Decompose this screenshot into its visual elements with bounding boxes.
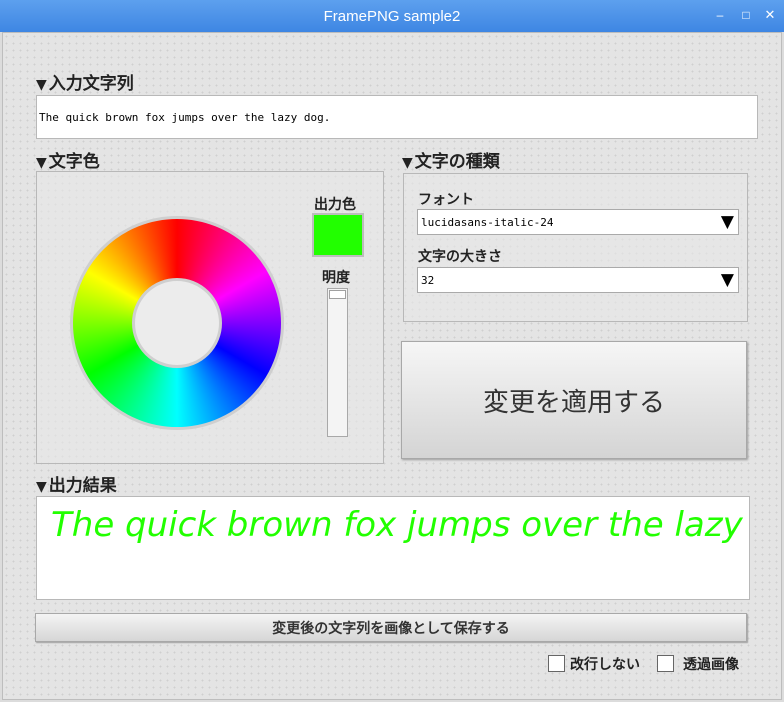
maximize-icon[interactable]: □ <box>738 7 754 23</box>
no-newline-checkbox[interactable] <box>548 655 565 672</box>
save-image-button[interactable]: 変更後の文字列を画像として保存する <box>35 613 747 642</box>
no-newline-label: 改行しない <box>570 657 640 673</box>
dropdown-arrow-icon[interactable]: ▼ <box>721 271 734 289</box>
output-color-swatch <box>312 213 364 257</box>
size-label: 文字の大きさ <box>418 249 502 265</box>
collapse-triangle-icon: ▼ <box>36 155 47 171</box>
window-title: FramePNG sample2 <box>323 8 461 25</box>
size-select-value: 32 <box>421 274 435 287</box>
output-preview-text: The quick brown fox jumps over the lazy … <box>51 505 749 545</box>
title-bar: FramePNG sample2 ‒ □ ✕ <box>0 0 784 32</box>
output-color-label: 出力色 <box>314 197 356 213</box>
collapse-triangle-icon: ▼ <box>402 155 413 171</box>
wheel-center <box>132 278 222 368</box>
brightness-slider-thumb[interactable] <box>329 290 346 299</box>
color-section-label: ▼ 文字色 <box>36 152 100 172</box>
font-select[interactable]: lucidasans-italic-24 ▼ <box>417 209 739 235</box>
collapse-triangle-icon: ▼ <box>36 479 47 495</box>
transparent-checkbox[interactable] <box>657 655 674 672</box>
font-select-value: lucidasans-italic-24 <box>421 216 554 229</box>
collapse-triangle-icon: ▼ <box>36 77 47 93</box>
dropdown-arrow-icon[interactable]: ▼ <box>721 213 734 231</box>
font-label: フォント <box>418 192 474 208</box>
apply-changes-button[interactable]: 変更を適用する <box>401 341 747 459</box>
close-icon[interactable]: ✕ <box>762 7 778 23</box>
input-section-label: ▼ 入力文字列 <box>36 74 134 94</box>
minimize-icon[interactable]: ‒ <box>712 7 728 23</box>
color-wheel[interactable] <box>70 216 284 430</box>
transparent-label: 透過画像 <box>683 657 739 673</box>
output-section-label: ▼ 出力結果 <box>36 476 117 496</box>
input-text-field[interactable]: The quick brown fox jumps over the lazy … <box>36 95 758 139</box>
brightness-label: 明度 <box>322 270 350 286</box>
brightness-slider[interactable] <box>327 288 348 437</box>
hue-ring[interactable] <box>70 216 284 430</box>
size-select[interactable]: 32 ▼ <box>417 267 739 293</box>
type-section-label: ▼ 文字の種類 <box>402 152 500 172</box>
output-preview: The quick brown fox jumps over the lazy … <box>36 496 750 600</box>
